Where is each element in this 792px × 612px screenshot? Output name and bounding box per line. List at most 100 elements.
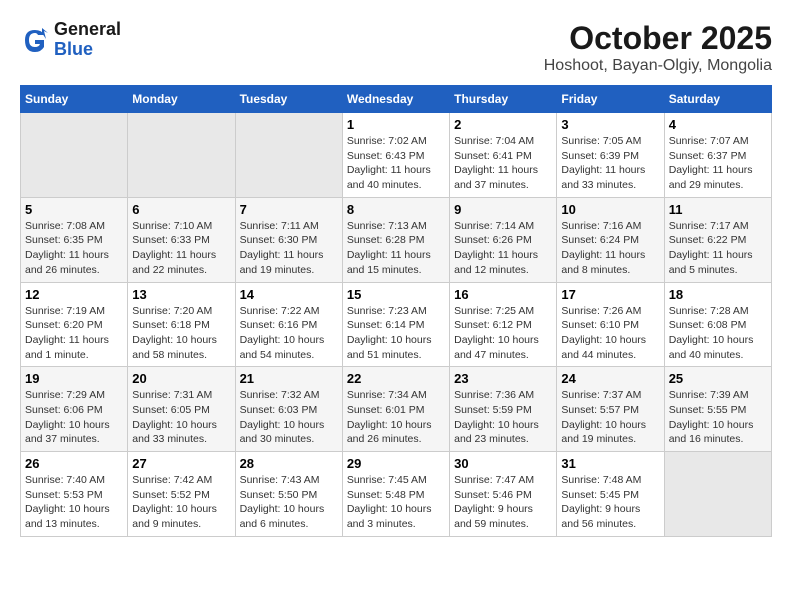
day-info: Sunrise: 7:34 AM Sunset: 6:01 PM Dayligh… — [347, 388, 445, 447]
day-number: 5 — [25, 202, 123, 217]
header: General Blue October 2025 Hoshoot, Bayan… — [20, 20, 772, 75]
day-number: 15 — [347, 287, 445, 302]
day-info: Sunrise: 7:47 AM Sunset: 5:46 PM Dayligh… — [454, 473, 552, 532]
day-number: 2 — [454, 117, 552, 132]
day-info: Sunrise: 7:16 AM Sunset: 6:24 PM Dayligh… — [561, 219, 659, 278]
day-number: 13 — [132, 287, 230, 302]
day-info: Sunrise: 7:05 AM Sunset: 6:39 PM Dayligh… — [561, 134, 659, 193]
calendar-cell: 11 Sunrise: 7:17 AM Sunset: 6:22 PM Dayli… — [664, 197, 771, 282]
day-info: Sunrise: 7:17 AM Sunset: 6:22 PM Dayligh… — [669, 219, 767, 278]
page-subtitle: Hoshoot, Bayan-Olgiy, Mongolia — [544, 57, 772, 75]
weekday-header-row: SundayMondayTuesdayWednesdayThursdayFrid… — [21, 86, 772, 113]
day-info: Sunrise: 7:08 AM Sunset: 6:35 PM Dayligh… — [25, 219, 123, 278]
day-number: 22 — [347, 371, 445, 386]
calendar-cell: 25 Sunrise: 7:39 AM Sunset: 5:55 PM Dayli… — [664, 367, 771, 452]
day-info: Sunrise: 7:45 AM Sunset: 5:48 PM Dayligh… — [347, 473, 445, 532]
logo-icon — [20, 25, 50, 55]
calendar-cell — [235, 113, 342, 198]
calendar-week-row: 12 Sunrise: 7:19 AM Sunset: 6:20 PM Dayli… — [21, 282, 772, 367]
day-info: Sunrise: 7:07 AM Sunset: 6:37 PM Dayligh… — [669, 134, 767, 193]
calendar-cell: 16Sunrise: 7:25 AM Sunset: 6:12 PM Dayli… — [450, 282, 557, 367]
day-info: Sunrise: 7:39 AM Sunset: 5:55 PM Dayligh… — [669, 388, 767, 447]
day-info: Sunrise: 7:02 AM Sunset: 6:43 PM Dayligh… — [347, 134, 445, 193]
day-number: 31 — [561, 456, 659, 471]
day-info: Sunrise: 7:13 AM Sunset: 6:28 PM Dayligh… — [347, 219, 445, 278]
day-info: Sunrise: 7:32 AM Sunset: 6:03 PM Dayligh… — [240, 388, 338, 447]
calendar-cell: 5 Sunrise: 7:08 AM Sunset: 6:35 PM Daylig… — [21, 197, 128, 282]
calendar-cell: 7 Sunrise: 7:11 AM Sunset: 6:30 PM Daylig… — [235, 197, 342, 282]
calendar-week-row: 1 Sunrise: 7:02 AM Sunset: 6:43 PM Daylig… — [21, 113, 772, 198]
calendar-week-row: 5 Sunrise: 7:08 AM Sunset: 6:35 PM Daylig… — [21, 197, 772, 282]
day-number: 23 — [454, 371, 552, 386]
calendar-cell: 9 Sunrise: 7:14 AM Sunset: 6:26 PM Daylig… — [450, 197, 557, 282]
calendar-cell: 17Sunrise: 7:26 AM Sunset: 6:10 PM Dayli… — [557, 282, 664, 367]
calendar-cell: 2 Sunrise: 7:04 AM Sunset: 6:41 PM Daylig… — [450, 113, 557, 198]
calendar-cell: 15 Sunrise: 7:23 AM Sunset: 6:14 PM Dayli… — [342, 282, 449, 367]
day-info: Sunrise: 7:26 AM Sunset: 6:10 PM Dayligh… — [561, 304, 659, 363]
day-number: 9 — [454, 202, 552, 217]
day-info: Sunrise: 7:14 AM Sunset: 6:26 PM Dayligh… — [454, 219, 552, 278]
day-number: 26 — [25, 456, 123, 471]
day-number: 24 — [561, 371, 659, 386]
day-info: Sunrise: 7:42 AM Sunset: 5:52 PM Dayligh… — [132, 473, 230, 532]
calendar-cell: 30 Sunrise: 7:47 AM Sunset: 5:46 PM Dayli… — [450, 452, 557, 537]
calendar-week-row: 19Sunrise: 7:29 AM Sunset: 6:06 PM Dayli… — [21, 367, 772, 452]
calendar-cell: 12 Sunrise: 7:19 AM Sunset: 6:20 PM Dayli… — [21, 282, 128, 367]
day-number: 27 — [132, 456, 230, 471]
calendar-cell: 20 Sunrise: 7:31 AM Sunset: 6:05 PM Dayli… — [128, 367, 235, 452]
logo-text: General Blue — [54, 20, 121, 60]
page-title: October 2025 — [544, 20, 772, 57]
day-number: 19 — [25, 371, 123, 386]
weekday-header-wednesday: Wednesday — [342, 86, 449, 113]
weekday-header-sunday: Sunday — [21, 86, 128, 113]
day-number: 4 — [669, 117, 767, 132]
logo: General Blue — [20, 20, 121, 60]
calendar-cell: 10Sunrise: 7:16 AM Sunset: 6:24 PM Dayli… — [557, 197, 664, 282]
day-info: Sunrise: 7:23 AM Sunset: 6:14 PM Dayligh… — [347, 304, 445, 363]
calendar-cell: 8 Sunrise: 7:13 AM Sunset: 6:28 PM Daylig… — [342, 197, 449, 282]
weekday-header-friday: Friday — [557, 86, 664, 113]
calendar-cell: 13 Sunrise: 7:20 AM Sunset: 6:18 PM Dayli… — [128, 282, 235, 367]
calendar-week-row: 26 Sunrise: 7:40 AM Sunset: 5:53 PM Dayli… — [21, 452, 772, 537]
calendar-cell: 24Sunrise: 7:37 AM Sunset: 5:57 PM Dayli… — [557, 367, 664, 452]
calendar-cell — [664, 452, 771, 537]
day-number: 25 — [669, 371, 767, 386]
title-area: October 2025 Hoshoot, Bayan-Olgiy, Mongo… — [544, 20, 772, 75]
calendar-cell: 14 Sunrise: 7:22 AM Sunset: 6:16 PM Dayli… — [235, 282, 342, 367]
day-info: Sunrise: 7:40 AM Sunset: 5:53 PM Dayligh… — [25, 473, 123, 532]
day-info: Sunrise: 7:04 AM Sunset: 6:41 PM Dayligh… — [454, 134, 552, 193]
day-info: Sunrise: 7:43 AM Sunset: 5:50 PM Dayligh… — [240, 473, 338, 532]
calendar-cell: 6Sunrise: 7:10 AM Sunset: 6:33 PM Daylig… — [128, 197, 235, 282]
day-number: 16 — [454, 287, 552, 302]
day-info: Sunrise: 7:22 AM Sunset: 6:16 PM Dayligh… — [240, 304, 338, 363]
calendar-cell: 18Sunrise: 7:28 AM Sunset: 6:08 PM Dayli… — [664, 282, 771, 367]
day-number: 1 — [347, 117, 445, 132]
calendar-cell: 22 Sunrise: 7:34 AM Sunset: 6:01 PM Dayli… — [342, 367, 449, 452]
day-info: Sunrise: 7:10 AM Sunset: 6:33 PM Dayligh… — [132, 219, 230, 278]
day-info: Sunrise: 7:48 AM Sunset: 5:45 PM Dayligh… — [561, 473, 659, 532]
day-number: 30 — [454, 456, 552, 471]
day-number: 21 — [240, 371, 338, 386]
day-number: 29 — [347, 456, 445, 471]
day-number: 28 — [240, 456, 338, 471]
day-info: Sunrise: 7:20 AM Sunset: 6:18 PM Dayligh… — [132, 304, 230, 363]
day-number: 14 — [240, 287, 338, 302]
calendar-cell: 19Sunrise: 7:29 AM Sunset: 6:06 PM Dayli… — [21, 367, 128, 452]
day-info: Sunrise: 7:19 AM Sunset: 6:20 PM Dayligh… — [25, 304, 123, 363]
day-info: Sunrise: 7:36 AM Sunset: 5:59 PM Dayligh… — [454, 388, 552, 447]
calendar-cell: 27 Sunrise: 7:42 AM Sunset: 5:52 PM Dayli… — [128, 452, 235, 537]
day-number: 18 — [669, 287, 767, 302]
day-info: Sunrise: 7:31 AM Sunset: 6:05 PM Dayligh… — [132, 388, 230, 447]
weekday-header-saturday: Saturday — [664, 86, 771, 113]
day-number: 11 — [669, 202, 767, 217]
calendar-cell: 26 Sunrise: 7:40 AM Sunset: 5:53 PM Dayli… — [21, 452, 128, 537]
weekday-header-thursday: Thursday — [450, 86, 557, 113]
calendar-cell: 1 Sunrise: 7:02 AM Sunset: 6:43 PM Daylig… — [342, 113, 449, 198]
calendar-cell: 29 Sunrise: 7:45 AM Sunset: 5:48 PM Dayli… — [342, 452, 449, 537]
day-number: 7 — [240, 202, 338, 217]
calendar-cell: 4 Sunrise: 7:07 AM Sunset: 6:37 PM Daylig… — [664, 113, 771, 198]
day-number: 12 — [25, 287, 123, 302]
day-number: 8 — [347, 202, 445, 217]
day-info: Sunrise: 7:11 AM Sunset: 6:30 PM Dayligh… — [240, 219, 338, 278]
day-number: 20 — [132, 371, 230, 386]
